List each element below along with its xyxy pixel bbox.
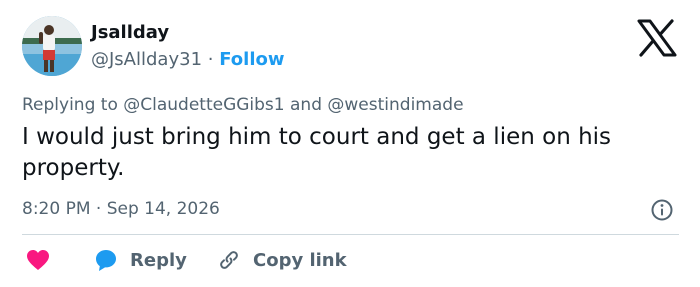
reply-bubble-icon	[96, 250, 116, 271]
avatar[interactable]	[22, 16, 82, 76]
x-logo-icon[interactable]	[637, 19, 677, 57]
like-button[interactable]	[26, 246, 50, 274]
author-name[interactable]: Jsallday	[91, 21, 169, 45]
reply-button[interactable]: Reply	[94, 246, 187, 274]
reply-prefix: Replying to	[22, 95, 118, 115]
separator: ·	[95, 199, 102, 219]
info-icon[interactable]	[650, 198, 674, 222]
author-handle-row: @JsAllday31 · Follow	[91, 48, 285, 72]
author-handle[interactable]: @JsAllday31	[91, 49, 202, 70]
tweet-time[interactable]: 8:20 PM	[22, 199, 91, 219]
tweet-text: I would just bring him to court and get …	[22, 124, 612, 181]
tweet-date[interactable]: Sep 14, 2026	[107, 199, 220, 219]
copy-link-button[interactable]: Copy link	[217, 246, 347, 274]
separator: ·	[207, 49, 214, 70]
tweet-card: Jsallday @JsAllday31 · Follow Replying t…	[0, 0, 700, 287]
reply-context: Replying to @ClaudetteGGibs1 and @westin…	[22, 93, 464, 117]
heart-icon	[27, 250, 49, 270]
reply-conjunction: and	[290, 95, 322, 115]
divider	[22, 234, 679, 235]
mention-link[interactable]: @ClaudetteGGibs1	[123, 95, 284, 115]
mention-link[interactable]: @westindimade	[327, 95, 463, 115]
timestamp: 8:20 PM · Sep 14, 2026	[22, 197, 220, 221]
reply-label: Reply	[130, 249, 187, 271]
follow-button[interactable]: Follow	[219, 49, 284, 70]
copy-link-label: Copy link	[253, 249, 347, 271]
link-icon	[220, 251, 238, 269]
